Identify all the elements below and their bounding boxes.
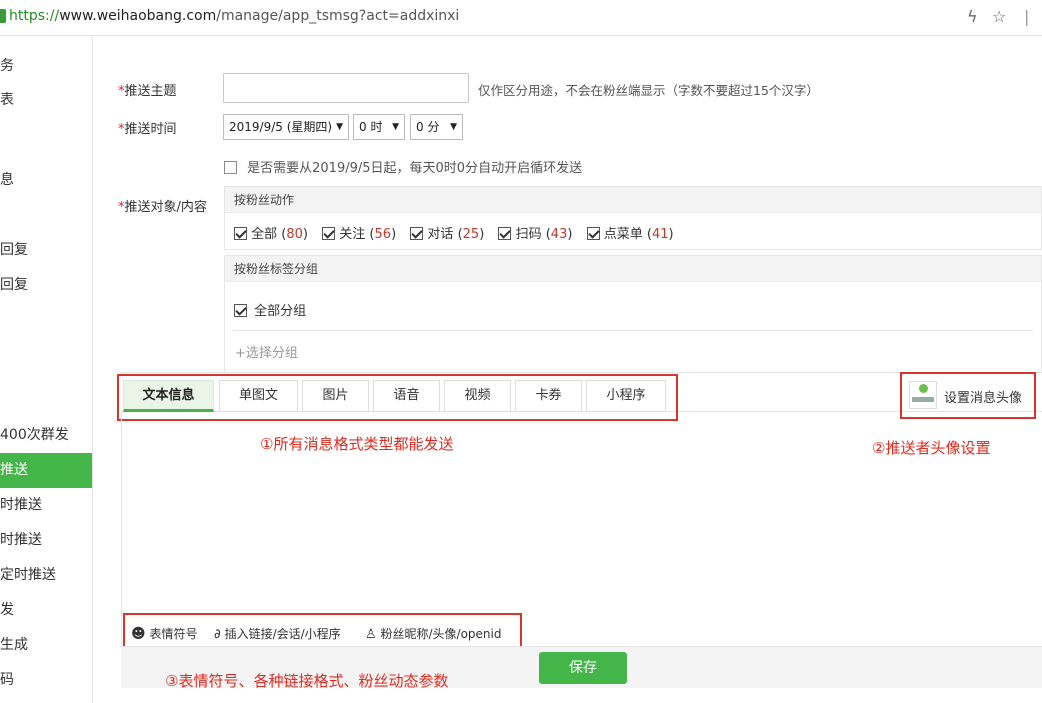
lightning-icon[interactable]: ϟ bbox=[967, 7, 978, 26]
fan-action-header: 按粉丝动作 bbox=[225, 187, 1041, 213]
sidebar-item[interactable]: 发 bbox=[0, 593, 92, 628]
secure-lock-icon bbox=[0, 9, 6, 23]
sidebar-item-active[interactable]: 推送 bbox=[0, 453, 92, 488]
star-bookmark-icon[interactable]: ☆ bbox=[992, 7, 1006, 26]
time-label: *推送时间 bbox=[118, 122, 177, 137]
fan-action-list: 全部 (80) 关注 (56) 对话 (25) 扫码 (43) 点菜单 (41) bbox=[234, 223, 684, 242]
minute-select[interactable]: 0 分 ▼ bbox=[410, 114, 463, 140]
date-select[interactable]: 2019/9/5 (星期四) ▼ bbox=[223, 114, 349, 140]
divider bbox=[233, 330, 1033, 331]
sidebar-item[interactable]: 生成 bbox=[0, 628, 92, 663]
sidebar-item[interactable]: 码 bbox=[0, 663, 92, 698]
target-label: *推送对象/内容 bbox=[118, 200, 207, 215]
annotation-2: ②推送者头像设置 bbox=[872, 439, 991, 457]
sidebar-item[interactable]: 时推送 bbox=[0, 488, 92, 523]
sidebar: 务 表 息 回复 回复 400次群发 推送 时推送 时推送 定时推送 发 生成 … bbox=[0, 37, 93, 703]
annotation-1: ①所有消息格式类型都能发送 bbox=[260, 435, 454, 453]
sidebar-item[interactable]: 时推送 bbox=[0, 523, 92, 558]
subject-label: *推送主题 bbox=[118, 84, 177, 99]
dropdown-arrow-icon: ▼ bbox=[336, 122, 343, 132]
tag-group-header: 按粉丝标签分组 bbox=[225, 256, 1041, 282]
action-follow[interactable]: 关注 (56) bbox=[322, 223, 396, 242]
all-groups-option[interactable]: 全部分组 bbox=[234, 300, 306, 319]
dropdown-arrow-icon: ▼ bbox=[392, 122, 399, 132]
annotation-3: ③表情符号、各种链接格式、粉丝动态参数 bbox=[165, 672, 449, 690]
checkbox[interactable] bbox=[410, 227, 424, 240]
dropdown-arrow-icon: ▼ bbox=[450, 122, 457, 132]
sidebar-item[interactable]: 表 bbox=[0, 83, 92, 118]
checkbox[interactable] bbox=[498, 227, 512, 240]
choose-group-link[interactable]: +选择分组 bbox=[235, 342, 298, 361]
address-bar[interactable]: https://www.weihaobang.com/manage/app_ts… bbox=[0, 0, 1042, 36]
sidebar-item[interactable]: 息 bbox=[0, 163, 92, 198]
all-groups-checkbox[interactable] bbox=[234, 304, 247, 317]
url-text[interactable]: https://www.weihaobang.com/manage/app_ts… bbox=[9, 8, 459, 24]
sidebar-item[interactable]: 400次群发 bbox=[0, 418, 92, 453]
checkbox[interactable] bbox=[586, 227, 600, 240]
action-scan[interactable]: 扫码 (43) bbox=[498, 223, 572, 242]
action-all[interactable]: 全部 (80) bbox=[234, 223, 308, 242]
subject-input[interactable] bbox=[223, 73, 469, 103]
sidebar-item[interactable]: 回复 bbox=[0, 233, 92, 268]
action-menu-click[interactable]: 点菜单 (41) bbox=[586, 223, 674, 242]
tag-group-panel: 按粉丝标签分组 bbox=[224, 255, 1042, 373]
sidebar-item[interactable]: 务 bbox=[0, 49, 92, 84]
save-button[interactable]: 保存 bbox=[539, 652, 627, 684]
checkbox[interactable] bbox=[234, 227, 247, 240]
loop-checkbox[interactable] bbox=[224, 161, 237, 174]
sidebar-item[interactable]: 回复 bbox=[0, 268, 92, 303]
checkbox[interactable] bbox=[322, 227, 336, 240]
sidebar-item[interactable]: 定时推送 bbox=[0, 558, 92, 593]
action-chat[interactable]: 对话 (25) bbox=[410, 223, 484, 242]
hour-select[interactable]: 0 时 ▼ bbox=[353, 114, 405, 140]
subject-hint: 仅作区分用途，不会在粉丝端显示（字数不要超过15个汉字） bbox=[478, 83, 819, 98]
toolbar-divider: | bbox=[1024, 7, 1030, 26]
loop-option[interactable]: 是否需要从2019/9/5日起，每天0时0分自动开启循环发送 bbox=[224, 157, 582, 176]
